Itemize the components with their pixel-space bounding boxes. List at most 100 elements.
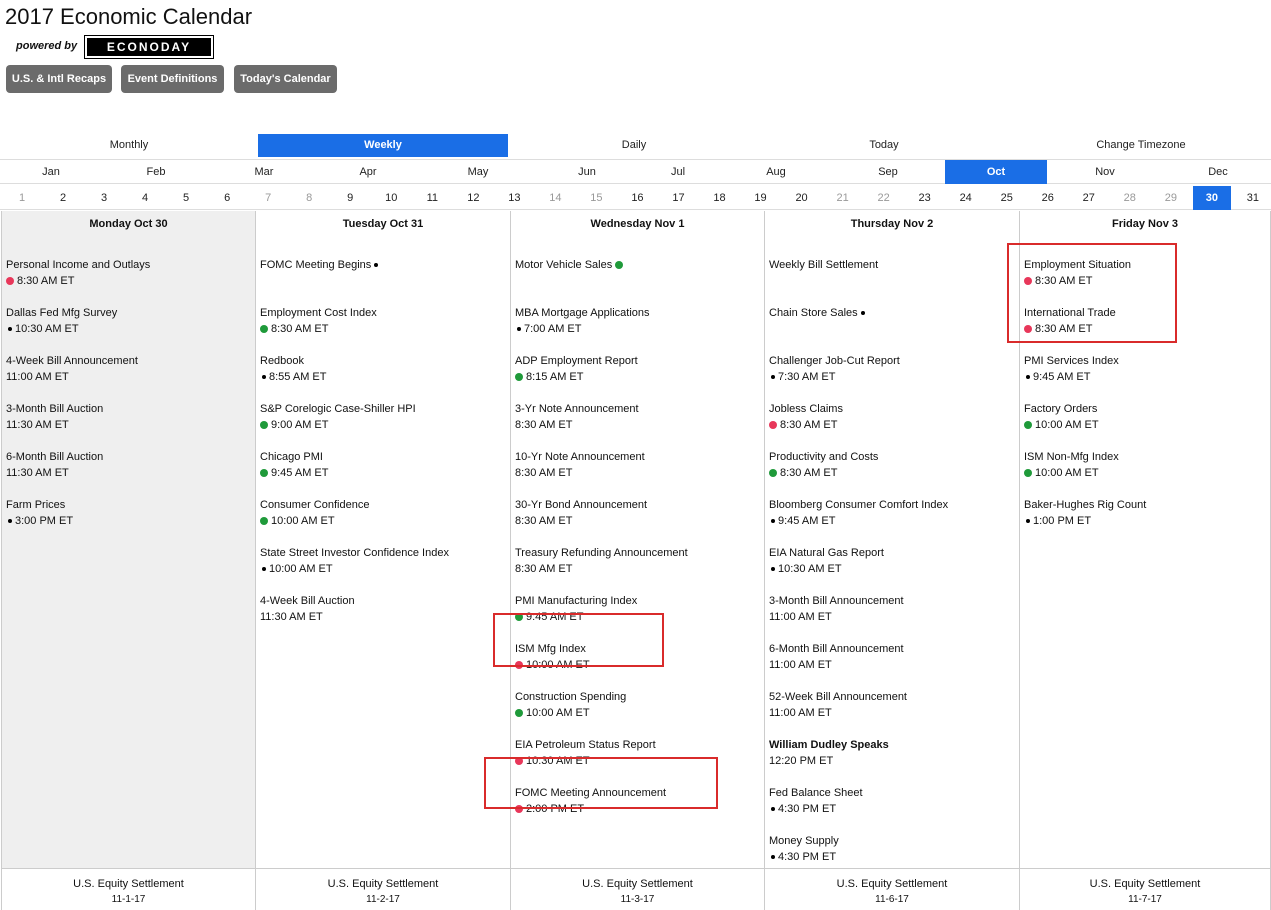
event-name[interactable]: Chicago PMI <box>260 449 328 465</box>
event-name[interactable]: Redbook <box>260 353 326 369</box>
tab-monthly[interactable]: Monthly <box>2 134 256 157</box>
event-name[interactable]: PMI Services Index <box>1024 353 1119 369</box>
settlement-label[interactable]: U.S. Equity Settlement <box>256 876 510 892</box>
calendar-event[interactable]: International Trade 8:30 AM ET <box>1024 305 1116 337</box>
calendar-event[interactable]: State Street Investor Confidence Index 10… <box>260 545 449 577</box>
calendar-event[interactable]: Treasury Refunding Announcement 8:30 AM E… <box>515 545 688 577</box>
event-name[interactable]: 4-Week Bill Announcement <box>6 353 138 369</box>
settlement-label[interactable]: U.S. Equity Settlement <box>511 876 764 892</box>
event-name[interactable]: ISM Non-Mfg Index <box>1024 449 1119 465</box>
event-name[interactable]: Construction Spending <box>515 689 626 705</box>
day-9[interactable]: 9 <box>331 186 369 210</box>
day-19[interactable]: 19 <box>742 186 780 210</box>
calendar-event[interactable]: ISM Mfg Index 10:00 AM ET <box>515 641 590 673</box>
calendar-event[interactable]: EIA Petroleum Status Report 10:30 AM ET <box>515 737 656 769</box>
event-name[interactable]: 10-Yr Note Announcement <box>515 449 645 465</box>
event-name[interactable]: Chain Store Sales <box>769 305 868 321</box>
tab-weekly[interactable]: Weekly <box>258 134 508 157</box>
event-name[interactable]: FOMC Meeting Begins <box>260 257 381 273</box>
calendar-event[interactable]: Money Supply 4:30 PM ET <box>769 833 839 865</box>
calendar-event[interactable]: Factory Orders 10:00 AM ET <box>1024 401 1099 433</box>
event-name[interactable]: Challenger Job-Cut Report <box>769 353 900 369</box>
day-23[interactable]: 23 <box>906 186 944 210</box>
calendar-event[interactable]: Weekly Bill Settlement <box>769 257 878 273</box>
day-13[interactable]: 13 <box>495 186 533 210</box>
day-2[interactable]: 2 <box>44 186 82 210</box>
calendar-event[interactable]: S&P Corelogic Case-Shiller HPI 9:00 AM ET <box>260 401 416 433</box>
calendar-event[interactable]: Productivity and Costs 8:30 AM ET <box>769 449 878 481</box>
event-name[interactable]: ADP Employment Report <box>515 353 638 369</box>
calendar-event[interactable]: Farm Prices 3:00 PM ET <box>6 497 73 529</box>
event-name[interactable]: Fed Balance Sheet <box>769 785 863 801</box>
event-name[interactable]: FOMC Meeting Announcement <box>515 785 666 801</box>
event-name[interactable]: S&P Corelogic Case-Shiller HPI <box>260 401 416 417</box>
day-6[interactable]: 6 <box>208 186 246 210</box>
calendar-event[interactable]: 10-Yr Note Announcement 8:30 AM ET <box>515 449 645 481</box>
calendar-event[interactable]: Bloomberg Consumer Comfort Index 9:45 AM … <box>769 497 948 529</box>
day-28[interactable]: 28 <box>1111 186 1149 210</box>
calendar-event[interactable]: 3-Month Bill Announcement 11:00 AM ET <box>769 593 904 625</box>
event-name[interactable]: 30-Yr Bond Announcement <box>515 497 647 513</box>
day-18[interactable]: 18 <box>701 186 739 210</box>
day-12[interactable]: 12 <box>454 186 492 210</box>
calendar-event[interactable]: 3-Yr Note Announcement 8:30 AM ET <box>515 401 639 433</box>
event-name[interactable]: 6-Month Bill Auction <box>6 449 103 465</box>
event-name[interactable]: Consumer Confidence <box>260 497 369 513</box>
month-may[interactable]: May <box>438 160 518 184</box>
event-definitions-button[interactable]: Event Definitions <box>121 65 224 93</box>
event-name[interactable]: Treasury Refunding Announcement <box>515 545 688 561</box>
day-17[interactable]: 17 <box>659 186 697 210</box>
day-22[interactable]: 22 <box>865 186 903 210</box>
day-27[interactable]: 27 <box>1070 186 1108 210</box>
day-26[interactable]: 26 <box>1029 186 1067 210</box>
event-name[interactable]: Employment Situation <box>1024 257 1131 273</box>
event-name[interactable]: Bloomberg Consumer Comfort Index <box>769 497 948 513</box>
day-15[interactable]: 15 <box>577 186 615 210</box>
event-name[interactable]: EIA Natural Gas Report <box>769 545 884 561</box>
day-10[interactable]: 10 <box>372 186 410 210</box>
day-21[interactable]: 21 <box>824 186 862 210</box>
calendar-event[interactable]: 4-Week Bill Announcement 11:00 AM ET <box>6 353 138 385</box>
event-name[interactable]: 4-Week Bill Auction <box>260 593 355 609</box>
day-7[interactable]: 7 <box>249 186 287 210</box>
calendar-event[interactable]: Fed Balance Sheet 4:30 PM ET <box>769 785 863 817</box>
day-1[interactable]: 1 <box>3 186 41 210</box>
tab-change-timezone[interactable]: Change Timezone <box>1012 134 1270 157</box>
event-name[interactable]: 3-Month Bill Auction <box>6 401 103 417</box>
calendar-event[interactable]: 3-Month Bill Auction 11:30 AM ET <box>6 401 103 433</box>
settlement-label[interactable]: U.S. Equity Settlement <box>2 876 255 892</box>
day-30[interactable]: 30 <box>1192 186 1231 210</box>
calendar-event[interactable]: ISM Non-Mfg Index 10:00 AM ET <box>1024 449 1119 481</box>
month-feb[interactable]: Feb <box>116 160 196 184</box>
event-name[interactable]: 6-Month Bill Announcement <box>769 641 904 657</box>
calendar-event[interactable]: Employment Cost Index 8:30 AM ET <box>260 305 377 337</box>
month-jun[interactable]: Jun <box>547 160 627 184</box>
event-name[interactable]: Employment Cost Index <box>260 305 377 321</box>
day-24[interactable]: 24 <box>947 186 985 210</box>
event-name[interactable]: Weekly Bill Settlement <box>769 257 878 273</box>
month-jul[interactable]: Jul <box>638 160 718 184</box>
calendar-event[interactable]: PMI Services Index 9:45 AM ET <box>1024 353 1119 385</box>
day-16[interactable]: 16 <box>618 186 656 210</box>
event-name[interactable]: 3-Yr Note Announcement <box>515 401 639 417</box>
calendar-event[interactable]: Baker-Hughes Rig Count 1:00 PM ET <box>1024 497 1146 529</box>
event-name[interactable]: William Dudley Speaks <box>769 737 889 753</box>
day-4[interactable]: 4 <box>126 186 164 210</box>
calendar-event[interactable]: Motor Vehicle Sales <box>515 257 626 273</box>
event-name[interactable]: Personal Income and Outlays <box>6 257 150 273</box>
event-name[interactable]: Factory Orders <box>1024 401 1099 417</box>
day-5[interactable]: 5 <box>167 186 205 210</box>
month-apr[interactable]: Apr <box>328 160 408 184</box>
month-jan[interactable]: Jan <box>11 160 91 184</box>
calendar-event[interactable]: 30-Yr Bond Announcement 8:30 AM ET <box>515 497 647 529</box>
event-name[interactable]: State Street Investor Confidence Index <box>260 545 449 561</box>
day-8[interactable]: 8 <box>290 186 328 210</box>
todays-calendar-button[interactable]: Today's Calendar <box>234 65 337 93</box>
calendar-event[interactable]: Employment Situation 8:30 AM ET <box>1024 257 1131 289</box>
event-name[interactable]: International Trade <box>1024 305 1116 321</box>
calendar-event[interactable]: Jobless Claims 8:30 AM ET <box>769 401 843 433</box>
calendar-event[interactable]: Construction Spending 10:00 AM ET <box>515 689 626 721</box>
calendar-event[interactable]: EIA Natural Gas Report 10:30 AM ET <box>769 545 884 577</box>
recaps-button[interactable]: U.S. & Intl Recaps <box>6 65 112 93</box>
econoday-logo[interactable]: ECONODAY <box>84 35 214 59</box>
